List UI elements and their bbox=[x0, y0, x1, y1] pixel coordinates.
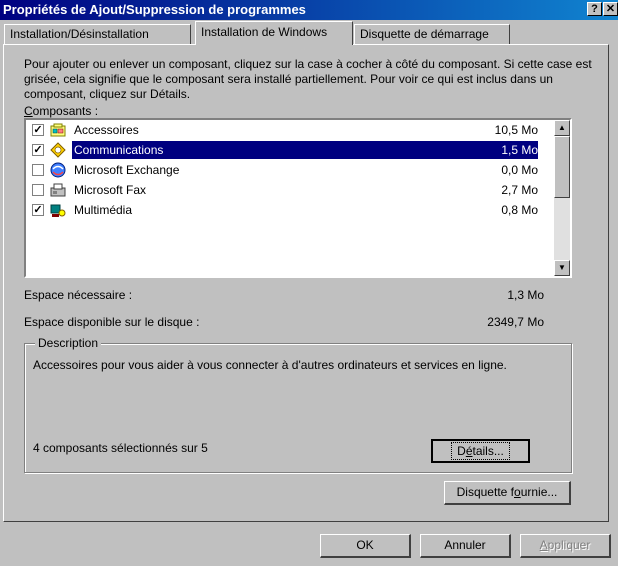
list-item-selected[interactable]: ✓ Communications 1,5 Mo bbox=[28, 140, 538, 160]
component-size: 2,7 Mo bbox=[501, 183, 538, 197]
checkbox[interactable] bbox=[32, 164, 44, 176]
tab-installation-windows[interactable]: Installation de Windows bbox=[195, 21, 353, 45]
apply-button[interactable]: Appliquer bbox=[520, 534, 611, 558]
cancel-button[interactable]: Annuler bbox=[420, 534, 511, 558]
space-available-row: Espace disponible sur le disque : 2349,7… bbox=[24, 315, 544, 329]
description-text: Accessoires pour vous aider à vous conne… bbox=[33, 358, 507, 372]
scroll-down-button[interactable]: ▼ bbox=[554, 260, 570, 276]
component-name: Microsoft Exchange bbox=[74, 163, 180, 177]
components-label: Composants : bbox=[24, 104, 99, 118]
component-size: 1,5 Mo bbox=[501, 143, 538, 157]
scroll-thumb[interactable] bbox=[554, 136, 570, 198]
details-button[interactable]: Détails... bbox=[431, 439, 530, 463]
space-required-row: Espace nécessaire : 1,3 Mo bbox=[24, 288, 544, 302]
components-list[interactable]: ✓ Accessoires 10,5 Mo ✓ Communications 1… bbox=[24, 118, 572, 278]
multimedia-icon bbox=[50, 204, 66, 217]
component-name: Communications bbox=[74, 143, 164, 157]
list-item[interactable]: ✓ Multimédia 0,8 Mo bbox=[28, 200, 538, 220]
tab-disquette-demarrage[interactable]: Disquette de démarrage bbox=[354, 24, 510, 44]
checkbox[interactable]: ✓ bbox=[32, 124, 44, 136]
checkbox[interactable] bbox=[32, 184, 44, 196]
list-scrollbar[interactable]: ▲ ▼ bbox=[554, 120, 570, 276]
intro-text: Pour ajouter ou enlever un composant, cl… bbox=[24, 57, 592, 101]
exchange-icon bbox=[50, 162, 66, 178]
component-name: Microsoft Fax bbox=[74, 183, 147, 197]
list-item[interactable]: ✓ Accessoires 10,5 Mo bbox=[28, 120, 538, 140]
space-required-value: 1,3 Mo bbox=[507, 288, 544, 302]
component-name: Multimédia bbox=[74, 203, 133, 217]
checkbox[interactable]: ✓ bbox=[32, 144, 44, 156]
fax-icon bbox=[50, 183, 66, 197]
space-available-label: Espace disponible sur le disque : bbox=[24, 315, 200, 329]
description-legend: Description bbox=[35, 336, 102, 350]
component-size: 0,0 Mo bbox=[501, 163, 538, 177]
ok-button[interactable]: OK bbox=[320, 534, 411, 558]
accessories-icon bbox=[50, 123, 66, 137]
list-item[interactable]: Microsoft Fax 2,7 Mo bbox=[28, 180, 538, 200]
component-size: 10,5 Mo bbox=[494, 123, 538, 137]
list-item[interactable]: Microsoft Exchange 0,0 Mo bbox=[28, 160, 538, 180]
help-button[interactable]: ? bbox=[587, 2, 602, 16]
disk-provided-button[interactable]: Disquette fournie... bbox=[444, 481, 571, 505]
selection-count: 4 composants sélectionnés sur 5 bbox=[33, 441, 208, 455]
component-size: 0,8 Mo bbox=[501, 203, 538, 217]
checkbox[interactable]: ✓ bbox=[32, 204, 44, 216]
component-name: Accessoires bbox=[74, 123, 139, 137]
scroll-up-button[interactable]: ▲ bbox=[554, 120, 570, 136]
title-bar[interactable]: Propriétés de Ajout/Suppression de progr… bbox=[0, 0, 618, 20]
close-button[interactable]: ✕ bbox=[603, 2, 618, 16]
space-required-label: Espace nécessaire : bbox=[24, 288, 133, 302]
communications-icon bbox=[50, 142, 66, 158]
window-title: Propriétés de Ajout/Suppression de progr… bbox=[3, 2, 306, 17]
dialog-window: Propriétés de Ajout/Suppression de progr… bbox=[0, 0, 618, 566]
tab-installation-desinstallation[interactable]: Installation/Désinstallation bbox=[4, 24, 191, 44]
space-available-value: 2349,7 Mo bbox=[487, 315, 544, 329]
